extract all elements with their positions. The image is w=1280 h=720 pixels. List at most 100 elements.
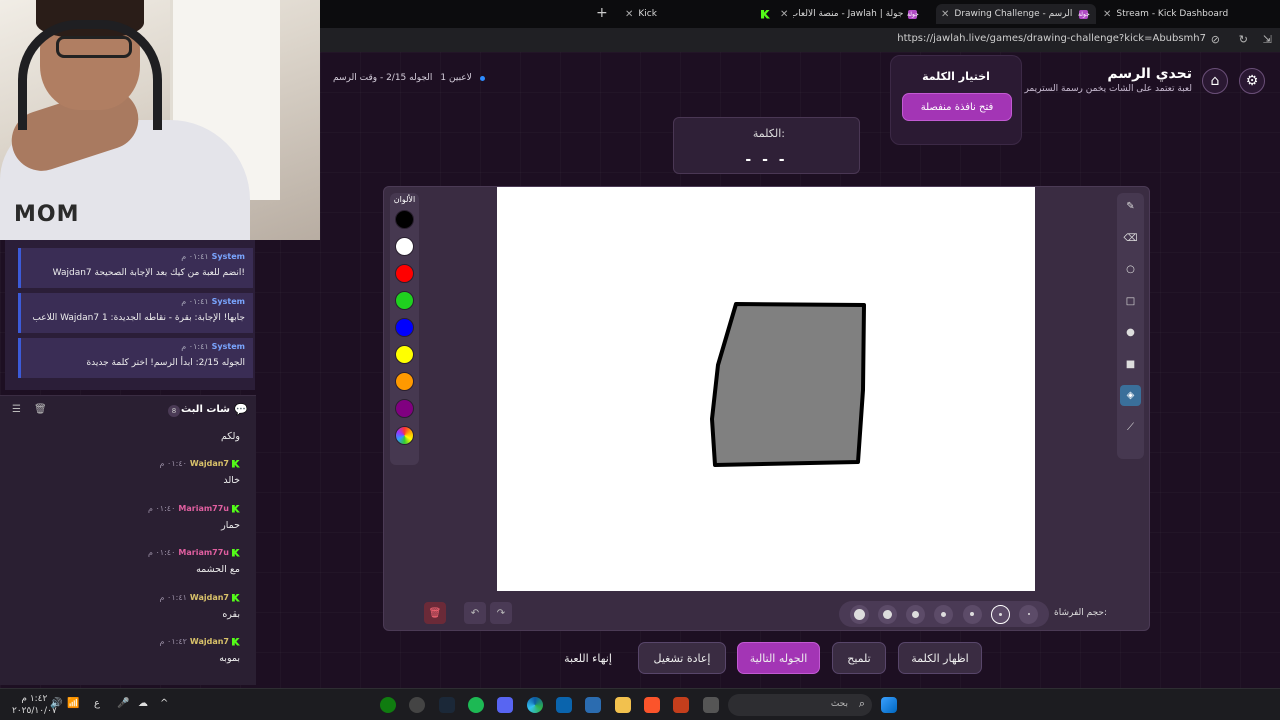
color-swatch-orange[interactable] (395, 372, 414, 391)
steam-icon[interactable] (439, 697, 455, 713)
line-tool[interactable]: ⟋ (1120, 417, 1141, 438)
close-icon[interactable]: ✕ (780, 9, 788, 20)
round-info: الجوله 2/15 - وقت الرسم (333, 73, 433, 83)
windows-start-icon[interactable] (881, 697, 897, 713)
brush-size-option[interactable] (1019, 604, 1039, 624)
color-swatch-green[interactable] (395, 291, 414, 310)
online-dot-icon (479, 75, 485, 81)
paint-bucket-icon: ◈ (1126, 390, 1135, 401)
drawing-svg (710, 302, 866, 467)
color-swatch-red[interactable] (395, 264, 414, 283)
filled-rectangle-tool[interactable]: ■ (1120, 354, 1141, 375)
tab-jawlah[interactable]: ✕ جولة | Jawlah - منصة الألعاب التفاعلية… (756, 4, 932, 24)
message-meta: ٠١:٤٢ م Wajdan7 (160, 637, 240, 646)
message-author[interactable]: Mariam77u (178, 504, 229, 513)
store-icon[interactable] (585, 697, 601, 713)
color-swatch-yellow[interactable] (395, 345, 414, 364)
brush-size-option[interactable] (877, 604, 897, 624)
chat-message: ٠١:٤٠ م Mariam77u مع الحشمه (148, 548, 240, 575)
message-meta: ٠١:٤٠ م Mariam77u (148, 504, 240, 513)
spotify-icon[interactable] (468, 697, 484, 713)
system-messages: ٠١:٤١ م System Wajdan7 انضم للعبة من كيك … (5, 240, 255, 390)
kick-icon (232, 593, 240, 602)
brush-size-option[interactable] (934, 604, 954, 624)
message-author[interactable]: Wajdan7 (190, 459, 229, 468)
message-text: مع الحشمه (196, 564, 240, 575)
next-round-button[interactable]: الجوله التالية (737, 642, 820, 674)
shield-icon[interactable]: ⊘ (1211, 33, 1220, 46)
search-icon: ⌕ (858, 697, 865, 710)
kick-icon (232, 459, 240, 468)
tab-label: جولة | Jawlah - منصة الألعاب التفاعلية (793, 9, 904, 19)
page-subtitle: لعبة تعتمد على الشات يخمن رسمة الستريمر (1024, 84, 1192, 94)
hint-button[interactable]: تلميح (832, 642, 886, 674)
color-swatch-blue[interactable] (395, 318, 414, 337)
brush-tool[interactable]: ✎ (1120, 196, 1141, 217)
redo-button[interactable]: ↷ (490, 602, 512, 624)
home-button[interactable]: ⌂ (1202, 68, 1228, 94)
brush-size-option[interactable] (906, 604, 926, 624)
wifi-icon[interactable]: 📶 (67, 698, 79, 709)
sidebar-toggle-icon[interactable]: ☰ (12, 404, 21, 415)
microphone-icon[interactable]: 🎤 (117, 698, 129, 709)
chat-count-badge: 8 (168, 405, 180, 417)
show-word-button[interactable]: اظهار الكلمة (898, 642, 982, 674)
color-picker-icon[interactable] (395, 426, 414, 445)
drawing-canvas[interactable] (497, 187, 1035, 591)
brush-size-option-selected[interactable] (991, 604, 1011, 624)
system-message: ٠١:٤١ م System Wajdan7 انضم للعبة من كيك … (18, 248, 253, 288)
message-author[interactable]: Wajdan7 (190, 637, 229, 646)
clear-canvas-button[interactable]: 🗑 (424, 602, 446, 624)
color-swatch-purple[interactable] (395, 399, 414, 418)
terminal-icon[interactable] (703, 697, 719, 713)
close-icon[interactable]: ✕ (625, 9, 633, 20)
mail-icon[interactable] (556, 697, 572, 713)
cloud-icon[interactable]: ☁ (138, 698, 148, 709)
redo-icon: ↷ (496, 607, 506, 619)
circle-tool[interactable]: ○ (1120, 259, 1141, 280)
message-author[interactable]: Wajdan7 (190, 593, 229, 602)
trash-icon[interactable]: 🗑 (34, 404, 47, 415)
brush-size-selector (839, 601, 1049, 627)
discord-icon[interactable] (497, 697, 513, 713)
color-swatch-white[interactable] (395, 237, 414, 256)
canvas-actions: 🗑 ↶ ↷ (424, 601, 512, 625)
kick-icon (232, 504, 240, 513)
chat-message: ٠١:٤٢ م Wajdan7 بموبه (160, 637, 240, 664)
language-indicator[interactable]: ع (94, 698, 100, 709)
xbox-icon[interactable] (380, 697, 396, 713)
brush-size-option[interactable] (849, 604, 869, 624)
volume-icon[interactable]: 🔊 (50, 698, 62, 709)
fill-tool[interactable]: ◈ (1120, 385, 1141, 406)
settings-button[interactable]: ⚙ (1239, 68, 1265, 94)
close-icon[interactable]: ✕ (941, 9, 949, 20)
brush-size-option[interactable] (962, 604, 982, 624)
tab-drawing-challenge[interactable]: ✕ Drawing Challenge - تحدي الرسم جولة (936, 4, 1096, 24)
office-icon[interactable] (673, 697, 689, 713)
taskbar-search[interactable]: بحث ⌕ (728, 694, 872, 716)
new-tab-button[interactable]: + (596, 5, 608, 21)
close-icon[interactable]: ✕ (1103, 9, 1111, 20)
message-text: اللاعب Wajdan7 جابها! الإجابة: بقرة - نق… (32, 313, 245, 323)
url-text[interactable]: https://jawlah.live/games/drawing-challe… (897, 33, 1206, 44)
tab-kick-dashboard[interactable]: ✕ Stream - Kick Dashboard (1098, 4, 1258, 24)
reload-icon[interactable]: ↻ (1239, 33, 1248, 46)
filled-circle-tool[interactable]: ● (1120, 322, 1141, 343)
reader-icon[interactable]: ⇲ (1263, 33, 1272, 46)
eraser-tool[interactable]: ⌫ (1120, 228, 1141, 249)
edge-icon[interactable] (527, 697, 543, 713)
tab-kick[interactable]: ✕ Kick (620, 4, 750, 24)
message-time: ٠١:٤٠ م (148, 504, 176, 513)
open-separate-window-button[interactable]: فتح نافذة منفصلة (902, 93, 1012, 121)
end-game-button[interactable]: إنهاء اللعبة (548, 642, 628, 674)
brush-icon: ✎ (1126, 201, 1135, 212)
undo-button[interactable]: ↶ (464, 602, 486, 624)
rectangle-tool[interactable]: □ (1120, 291, 1141, 312)
message-author[interactable]: Mariam77u (178, 548, 229, 557)
folder-icon[interactable] (615, 697, 631, 713)
brave-icon[interactable] (644, 697, 660, 713)
color-swatch-black[interactable] (395, 210, 414, 229)
restart-button[interactable]: إعادة تشغيل (638, 642, 726, 674)
obs-icon[interactable] (409, 697, 425, 713)
chevron-up-icon[interactable]: ^ (160, 698, 168, 709)
